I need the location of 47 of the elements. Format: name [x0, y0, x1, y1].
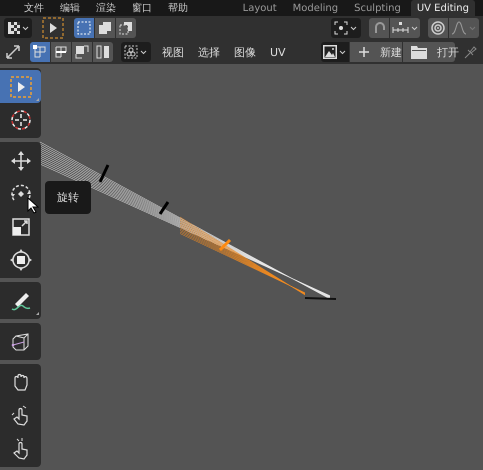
sync-selection-icon[interactable] — [4, 43, 22, 61]
select-tool-button[interactable] — [0, 70, 41, 103]
workspace-tab[interactable]: Sculpting — [348, 0, 407, 16]
mouse-pointer-icon — [27, 197, 39, 214]
crosshair-icon — [8, 108, 32, 132]
image-browse-dropdown[interactable] — [321, 42, 349, 62]
select-box-icon — [8, 74, 32, 98]
menu-item[interactable]: 窗口 — [132, 1, 152, 15]
menu-item[interactable]: 视图 — [159, 44, 187, 60]
edge-grid-icon — [53, 44, 69, 60]
dashed-square-icon — [77, 21, 91, 35]
uv-select-mode-button[interactable] — [51, 42, 71, 62]
workspace-tab[interactable]: Layout — [236, 0, 283, 16]
sticky-selection-dropdown[interactable] — [121, 42, 151, 62]
falloff-dropdown[interactable] — [449, 18, 479, 38]
select-mode-button[interactable] — [116, 18, 136, 38]
squares-icon — [98, 21, 112, 35]
workspace-tab[interactable]: UV Editing — [410, 0, 475, 16]
select-mode-button[interactable] — [95, 18, 115, 38]
plus-icon — [358, 46, 370, 58]
menu-item[interactable]: 选择 — [195, 44, 223, 60]
select-mode-button[interactable] — [74, 18, 94, 38]
menu-item[interactable]: 渲染 — [96, 1, 116, 15]
tooltip: 旋转 — [45, 181, 91, 214]
pivot-dropdown[interactable] — [331, 18, 361, 38]
uv-select-mode-button[interactable] — [93, 42, 113, 62]
folder-icon — [411, 46, 427, 58]
menu-item[interactable]: 编辑 — [60, 1, 80, 15]
transform-icon — [8, 248, 32, 272]
vertex-grid-icon — [32, 44, 48, 60]
proportional-edit-toggle[interactable] — [428, 18, 448, 38]
workspace-tab[interactable]: Modeling — [286, 0, 344, 16]
new-image-button[interactable]: 新建 — [350, 42, 402, 62]
editor-type-dropdown[interactable] — [4, 18, 32, 38]
face-grid-icon — [74, 44, 90, 60]
uv-select-mode-button[interactable] — [72, 42, 92, 62]
menu-item[interactable]: 帮助 — [168, 1, 188, 15]
squares-icon — [119, 21, 133, 35]
menu-item[interactable]: UV — [267, 46, 289, 58]
snap-dropdown[interactable] — [390, 18, 420, 38]
uv-select-mode-button[interactable] — [30, 42, 50, 62]
menu-item[interactable]: 文件 — [24, 1, 44, 15]
menu-item[interactable]: 图像 — [231, 44, 259, 60]
snap-toggle[interactable] — [369, 18, 389, 38]
pin-icon[interactable] — [463, 44, 479, 60]
move-arrows-icon — [8, 148, 32, 172]
select-tool-button[interactable] — [40, 18, 66, 38]
